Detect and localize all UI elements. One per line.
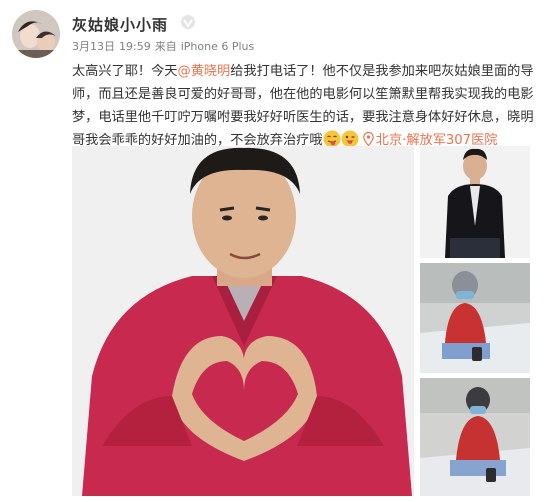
username[interactable]: 灰姑娘小小雨 xyxy=(72,14,168,35)
photo-side3-image xyxy=(420,378,530,496)
post-text: 太高兴了耶！今天@黄晓明给我打电话了！他不仅是我参加来吧灰姑娘里面的导师，而且还… xyxy=(72,60,534,152)
post-device[interactable]: iPhone 6 Plus xyxy=(181,40,255,53)
avatar[interactable] xyxy=(12,10,60,58)
photo-patient-on-phone-1[interactable] xyxy=(420,263,530,373)
post-time[interactable]: 19:59 xyxy=(119,40,151,53)
photo-man-black-jacket[interactable] xyxy=(420,146,530,258)
weibo-post: 灰姑娘小小雨 3月13日 19:59 来自 iPhone 6 Plus 太高兴了耶！今… xyxy=(0,0,550,502)
photo-side1-image xyxy=(420,146,530,258)
mention-link[interactable]: @黄晓明 xyxy=(178,64,231,79)
member-badge-icon[interactable] xyxy=(180,14,196,30)
source-prefix: 来自 xyxy=(154,40,177,53)
post-date[interactable]: 3月13日 xyxy=(72,40,115,53)
photo-patient-on-phone-2[interactable] xyxy=(420,378,530,496)
photo-main-heart-hands[interactable] xyxy=(72,146,414,496)
photo-main-image xyxy=(72,146,414,496)
avatar-image xyxy=(12,10,60,58)
post-meta: 3月13日 19:59 来自 iPhone 6 Plus xyxy=(72,38,258,54)
location-pin-icon xyxy=(362,132,374,146)
post-text-part1: 太高兴了耶！今天 xyxy=(72,64,178,79)
photo-side2-image xyxy=(420,263,530,373)
